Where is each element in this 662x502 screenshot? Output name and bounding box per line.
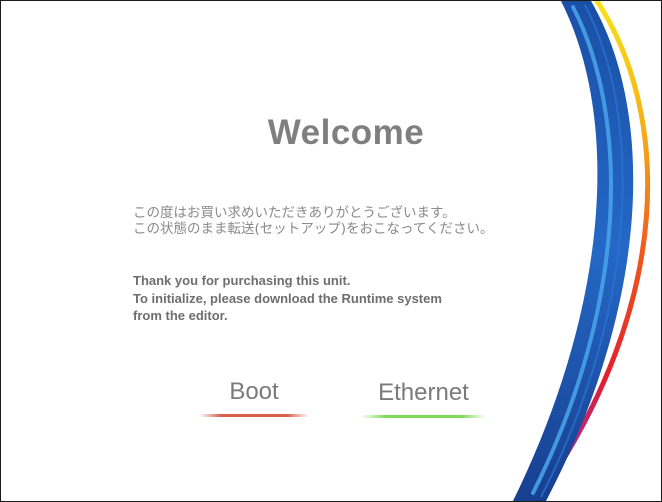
decorative-swoosh	[513, 1, 651, 501]
japanese-message-line: この度はお買い求めいただきありがとうございます。	[133, 205, 456, 221]
ethernet-button[interactable]: Ethernet	[361, 379, 486, 418]
boot-button[interactable]: Boot	[199, 378, 309, 417]
english-message-line: Thank you for purchasing this unit.	[133, 273, 351, 288]
english-message-line: To initialize, please download the Runti…	[133, 290, 442, 306]
welcome-screen: Welcome この度はお買い求めいただきありがとうございます。 この状態のまま…	[0, 0, 662, 502]
japanese-message: この度はお買い求めいただきありがとうございます。 この状態のまま転送(セットアッ…	[133, 205, 493, 237]
ethernet-button-label: Ethernet	[378, 379, 469, 406]
english-message: Thank you for purchasing this unit. To i…	[133, 272, 442, 325]
boot-button-label: Boot	[229, 378, 279, 405]
welcome-title: Welcome	[267, 113, 425, 152]
japanese-message-line: この状態のまま転送(セットアップ)をおこなってください。	[133, 221, 494, 237]
ethernet-underline	[361, 415, 486, 418]
english-message-line: from the editor.	[133, 308, 228, 323]
boot-underline	[199, 414, 309, 417]
